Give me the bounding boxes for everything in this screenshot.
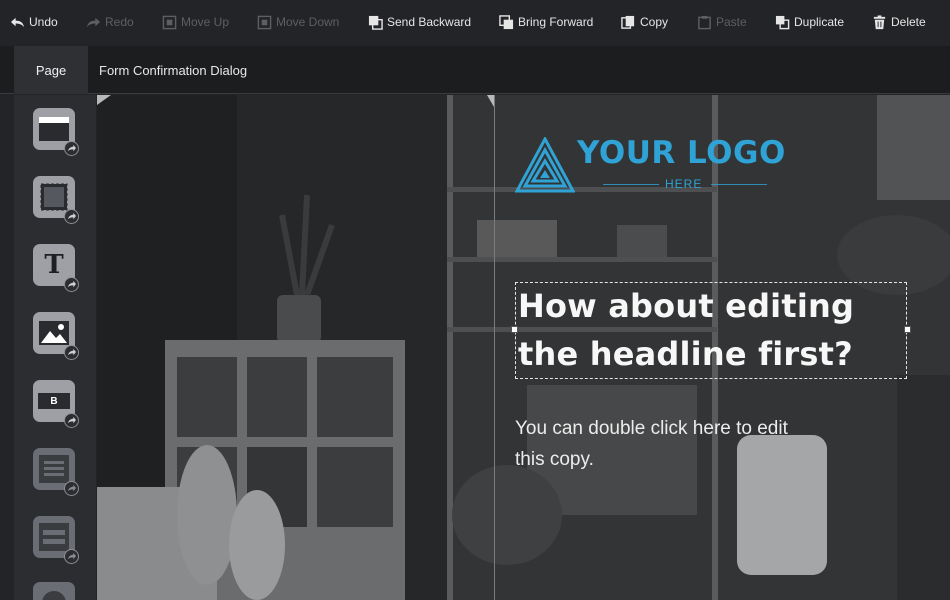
redo-label: Redo <box>105 15 134 29</box>
copy-button[interactable]: Copy <box>621 12 668 32</box>
paste-label: Paste <box>716 15 747 29</box>
headline[interactable]: How about editing the headline first? <box>518 282 854 378</box>
undo-icon <box>10 17 25 27</box>
undo-label: Undo <box>29 15 58 29</box>
redo-icon <box>86 17 101 27</box>
duplicate-icon <box>775 15 790 29</box>
sidebar-item-text[interactable]: T <box>33 244 79 292</box>
share-icon <box>64 413 79 428</box>
move-down-label: Move Down <box>276 15 340 29</box>
copy-label: Copy <box>640 15 669 29</box>
logo-subtitle: HERE <box>665 177 703 191</box>
body-line-1: You can double click here to edit <box>515 418 788 439</box>
bring-forward-icon <box>499 14 514 29</box>
sidebar-item-box[interactable] <box>33 176 79 224</box>
trash-icon <box>873 14 886 29</box>
delete-label: Delete <box>891 15 926 29</box>
design-canvas[interactable]: YOUR LOGO HERE How about editing the hea… <box>97 95 950 600</box>
button-glyph: B <box>38 393 70 409</box>
duplicate-button[interactable]: Duplicate <box>775 12 844 32</box>
paste-icon <box>698 15 711 29</box>
tab-page[interactable]: Page <box>14 46 88 94</box>
sidebar-item-form[interactable] <box>33 448 79 496</box>
send-backward-button[interactable]: Send Backward <box>368 12 471 32</box>
circle-icon <box>33 582 75 600</box>
duplicate-label: Duplicate <box>794 15 845 29</box>
share-icon <box>64 209 79 224</box>
logo-mark-icon <box>515 137 575 193</box>
text-glyph: T <box>44 250 64 280</box>
sidebar-item-section[interactable] <box>33 108 79 156</box>
move-up-icon <box>162 15 177 29</box>
share-icon <box>64 345 79 360</box>
body-line-2: this copy. <box>515 449 594 470</box>
send-backward-label: Send Backward <box>387 15 472 29</box>
resize-handle-right[interactable] <box>904 326 911 333</box>
sidebar-item-button[interactable]: B <box>33 380 79 428</box>
tab-bar: Page Form Confirmation Dialog <box>0 46 950 94</box>
element-sidebar: T B <box>14 95 96 600</box>
alignment-guide <box>494 95 495 600</box>
tab-form-confirmation-dialog[interactable]: Form Confirmation Dialog <box>99 46 247 94</box>
share-icon <box>64 141 79 156</box>
sidebar-item-field[interactable] <box>33 516 79 564</box>
undo-button[interactable]: Undo <box>10 12 58 32</box>
logo[interactable]: YOUR LOGO HERE <box>515 135 795 195</box>
resize-handle-left[interactable] <box>511 326 518 333</box>
bring-forward-button[interactable]: Bring Forward <box>499 12 593 32</box>
move-down-icon <box>257 15 272 29</box>
sidebar-item-image[interactable] <box>33 312 79 360</box>
share-icon <box>64 481 79 496</box>
headline-selection-box[interactable]: How about editing the headline first? <box>511 282 911 379</box>
logo-rule-left <box>603 184 659 185</box>
move-up-label: Move Up <box>181 15 230 29</box>
move-down-button[interactable]: Move Down <box>257 12 339 32</box>
headline-line-2: the headline first? <box>518 335 853 373</box>
toolbar: Undo Redo Move Up Move Down Send Backwar… <box>0 0 950 46</box>
redo-button[interactable]: Redo <box>86 12 134 32</box>
body-copy[interactable]: You can double click here to edit this c… <box>515 413 875 475</box>
logo-rule-right <box>711 184 767 185</box>
logo-title: YOUR LOGO <box>577 135 786 171</box>
share-icon <box>64 277 79 292</box>
share-icon <box>64 549 79 564</box>
bring-forward-label: Bring Forward <box>518 15 594 29</box>
paste-button[interactable]: Paste <box>697 12 747 32</box>
send-backward-icon <box>368 15 383 30</box>
delete-button[interactable]: Delete <box>872 12 926 32</box>
headline-line-1: How about editing <box>518 287 855 325</box>
sidebar-item-circle[interactable] <box>33 582 77 600</box>
move-up-button[interactable]: Move Up <box>162 12 229 32</box>
copy-icon <box>621 15 635 29</box>
